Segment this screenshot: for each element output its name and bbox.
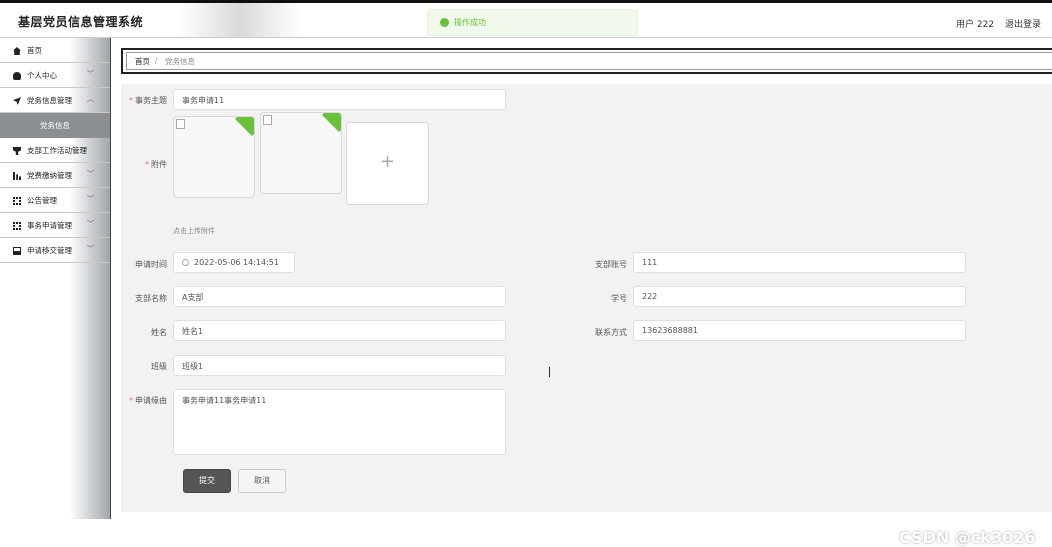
subject-label: * 事务主题 — [129, 95, 167, 106]
sidebar-item-label: 支部工作活动管理 — [27, 146, 87, 155]
sidebar-item-label: 党务信息管理 — [27, 96, 72, 105]
logout-link[interactable]: 退出登录 — [1005, 17, 1041, 30]
name-input[interactable]: 姓名1 — [173, 320, 506, 341]
student-no-input[interactable]: 222 — [633, 286, 966, 307]
label-text: 申请缘由 — [135, 396, 167, 405]
breadcrumb: 首页 / 党务信息 — [121, 48, 1052, 74]
breadcrumb-separator: / — [155, 56, 158, 65]
sidebar-item-transfer-requests[interactable]: 申请移交管理 ﹀ — [0, 238, 110, 263]
breadcrumb-frame — [126, 52, 1052, 70]
sidebar-item-party-dues[interactable]: 党费缴纳管理 ﹀ — [0, 163, 110, 188]
form-panel: * 事务主题 事务申请11 * 附件 + 点击上传附件 申请时间 2022-05-0… — [121, 84, 1052, 512]
sidebar-item-label: 首页 — [27, 46, 42, 55]
required-asterisk: * — [145, 160, 149, 169]
sidebar-item-party-affairs[interactable]: 党务信息管理 ︿ — [0, 88, 110, 113]
breadcrumb-current: 党务信息 — [165, 57, 195, 66]
sidebar-item-announcements[interactable]: 公告管理 ﹀ — [0, 188, 110, 213]
sidebar-item-label: 党务信息 — [40, 121, 70, 130]
chevron-down-icon: ﹀ — [87, 220, 94, 228]
cancel-button[interactable]: 取消 — [238, 469, 286, 493]
apply-time-picker[interactable]: 2022-05-06 14:14:51 — [173, 252, 295, 273]
app-title: 基层党员信息管理系统 — [18, 15, 144, 29]
sidebar-item-branch-activities[interactable]: 支部工作活动管理 — [0, 138, 110, 163]
subject-input[interactable]: 事务申请11 — [173, 89, 506, 110]
branch-name-label: 支部名称 — [135, 294, 167, 303]
plus-icon: + — [380, 151, 396, 172]
trophy-icon — [13, 147, 21, 155]
grid-icon — [13, 222, 21, 230]
name-label: 姓名 — [151, 328, 167, 337]
success-icon — [440, 18, 449, 27]
reason-textarea[interactable]: 事务申请11事务申请11 — [173, 389, 506, 455]
grid-icon — [13, 197, 21, 205]
branch-account-label: 支部账号 — [595, 260, 627, 269]
submit-button[interactable]: 提交 — [183, 469, 231, 493]
chevron-down-icon: ﹀ — [87, 70, 94, 78]
sidebar-item-label: 申请移交管理 — [27, 246, 72, 255]
user-name: 用户 222 — [956, 20, 995, 30]
chevron-down-icon: ﹀ — [87, 195, 94, 203]
apply-time-label: 申请时间 — [135, 260, 167, 269]
sidebar-item-label: 公告管理 — [27, 196, 57, 205]
watermark: CSDN @ck3026 — [899, 528, 1036, 547]
attachment-thumbnail-1[interactable] — [173, 116, 255, 198]
success-toast: 操作成功 — [427, 9, 638, 36]
required-asterisk: * — [129, 96, 133, 105]
sidebar-item-label: 个人中心 — [27, 71, 57, 80]
sidebar: 首页 个人中心 ﹀ 党务信息管理 ︿ 党务信息 支部工作活动管理 党费缴纳管理 … — [0, 38, 111, 519]
required-asterisk: * — [129, 396, 133, 405]
user-icon — [13, 72, 21, 80]
chevron-down-icon: ﹀ — [87, 245, 94, 253]
breadcrumb-home[interactable]: 首页 — [135, 56, 150, 67]
student-no-label: 学号 — [611, 294, 627, 303]
clock-icon — [182, 259, 189, 266]
apply-time-value: 2022-05-06 14:14:51 — [194, 258, 279, 267]
reason-label: * 申请缘由 — [129, 395, 167, 406]
contact-input[interactable]: 13623688881 — [633, 320, 966, 341]
chevron-down-icon: ︿ — [87, 95, 94, 103]
broken-image-icon — [176, 119, 185, 129]
text-cursor — [549, 367, 551, 377]
class-input[interactable]: 班级1 — [173, 355, 506, 376]
contact-label: 联系方式 — [595, 328, 627, 337]
chart-icon — [13, 172, 21, 180]
sidebar-item-label: 党费缴纳管理 — [27, 171, 72, 180]
branch-name-input[interactable]: A支部 — [173, 286, 506, 307]
chevron-down-icon: ﹀ — [87, 170, 94, 178]
toast-message: 操作成功 — [454, 18, 486, 27]
sidebar-item-personal-center[interactable]: 个人中心 ﹀ — [0, 63, 110, 88]
broken-image-icon — [263, 115, 272, 125]
attachment-thumbnail-2[interactable] — [260, 112, 342, 194]
main-content: 首页 / 党务信息 * 事务主题 事务申请11 * 附件 + 点击上传附件 申请时间… — [111, 38, 1052, 547]
sidebar-subitem-party-info[interactable]: 党务信息 — [0, 113, 110, 138]
class-label: 班级 — [151, 362, 167, 371]
picture-icon — [13, 247, 21, 255]
sidebar-item-home[interactable]: 首页 — [0, 38, 110, 63]
sidebar-item-label: 事务申请管理 — [27, 221, 72, 230]
upload-hint: 点击上传附件 — [173, 227, 215, 235]
sidebar-item-affair-requests[interactable]: 事务申请管理 ﹀ — [0, 213, 110, 238]
top-bar: 基层党员信息管理系统 操作成功 用户 222 退出登录 — [0, 0, 1052, 38]
upload-add-button[interactable]: + — [346, 122, 429, 205]
label-text: 事务主题 — [135, 96, 167, 105]
branch-account-input[interactable]: 111 — [633, 252, 966, 273]
home-icon — [13, 47, 21, 55]
upload-success-icon — [322, 113, 341, 132]
attachment-label: * 附件 — [145, 159, 167, 170]
send-icon — [13, 97, 21, 105]
label-text: 附件 — [151, 160, 167, 169]
upload-success-icon — [235, 117, 254, 136]
